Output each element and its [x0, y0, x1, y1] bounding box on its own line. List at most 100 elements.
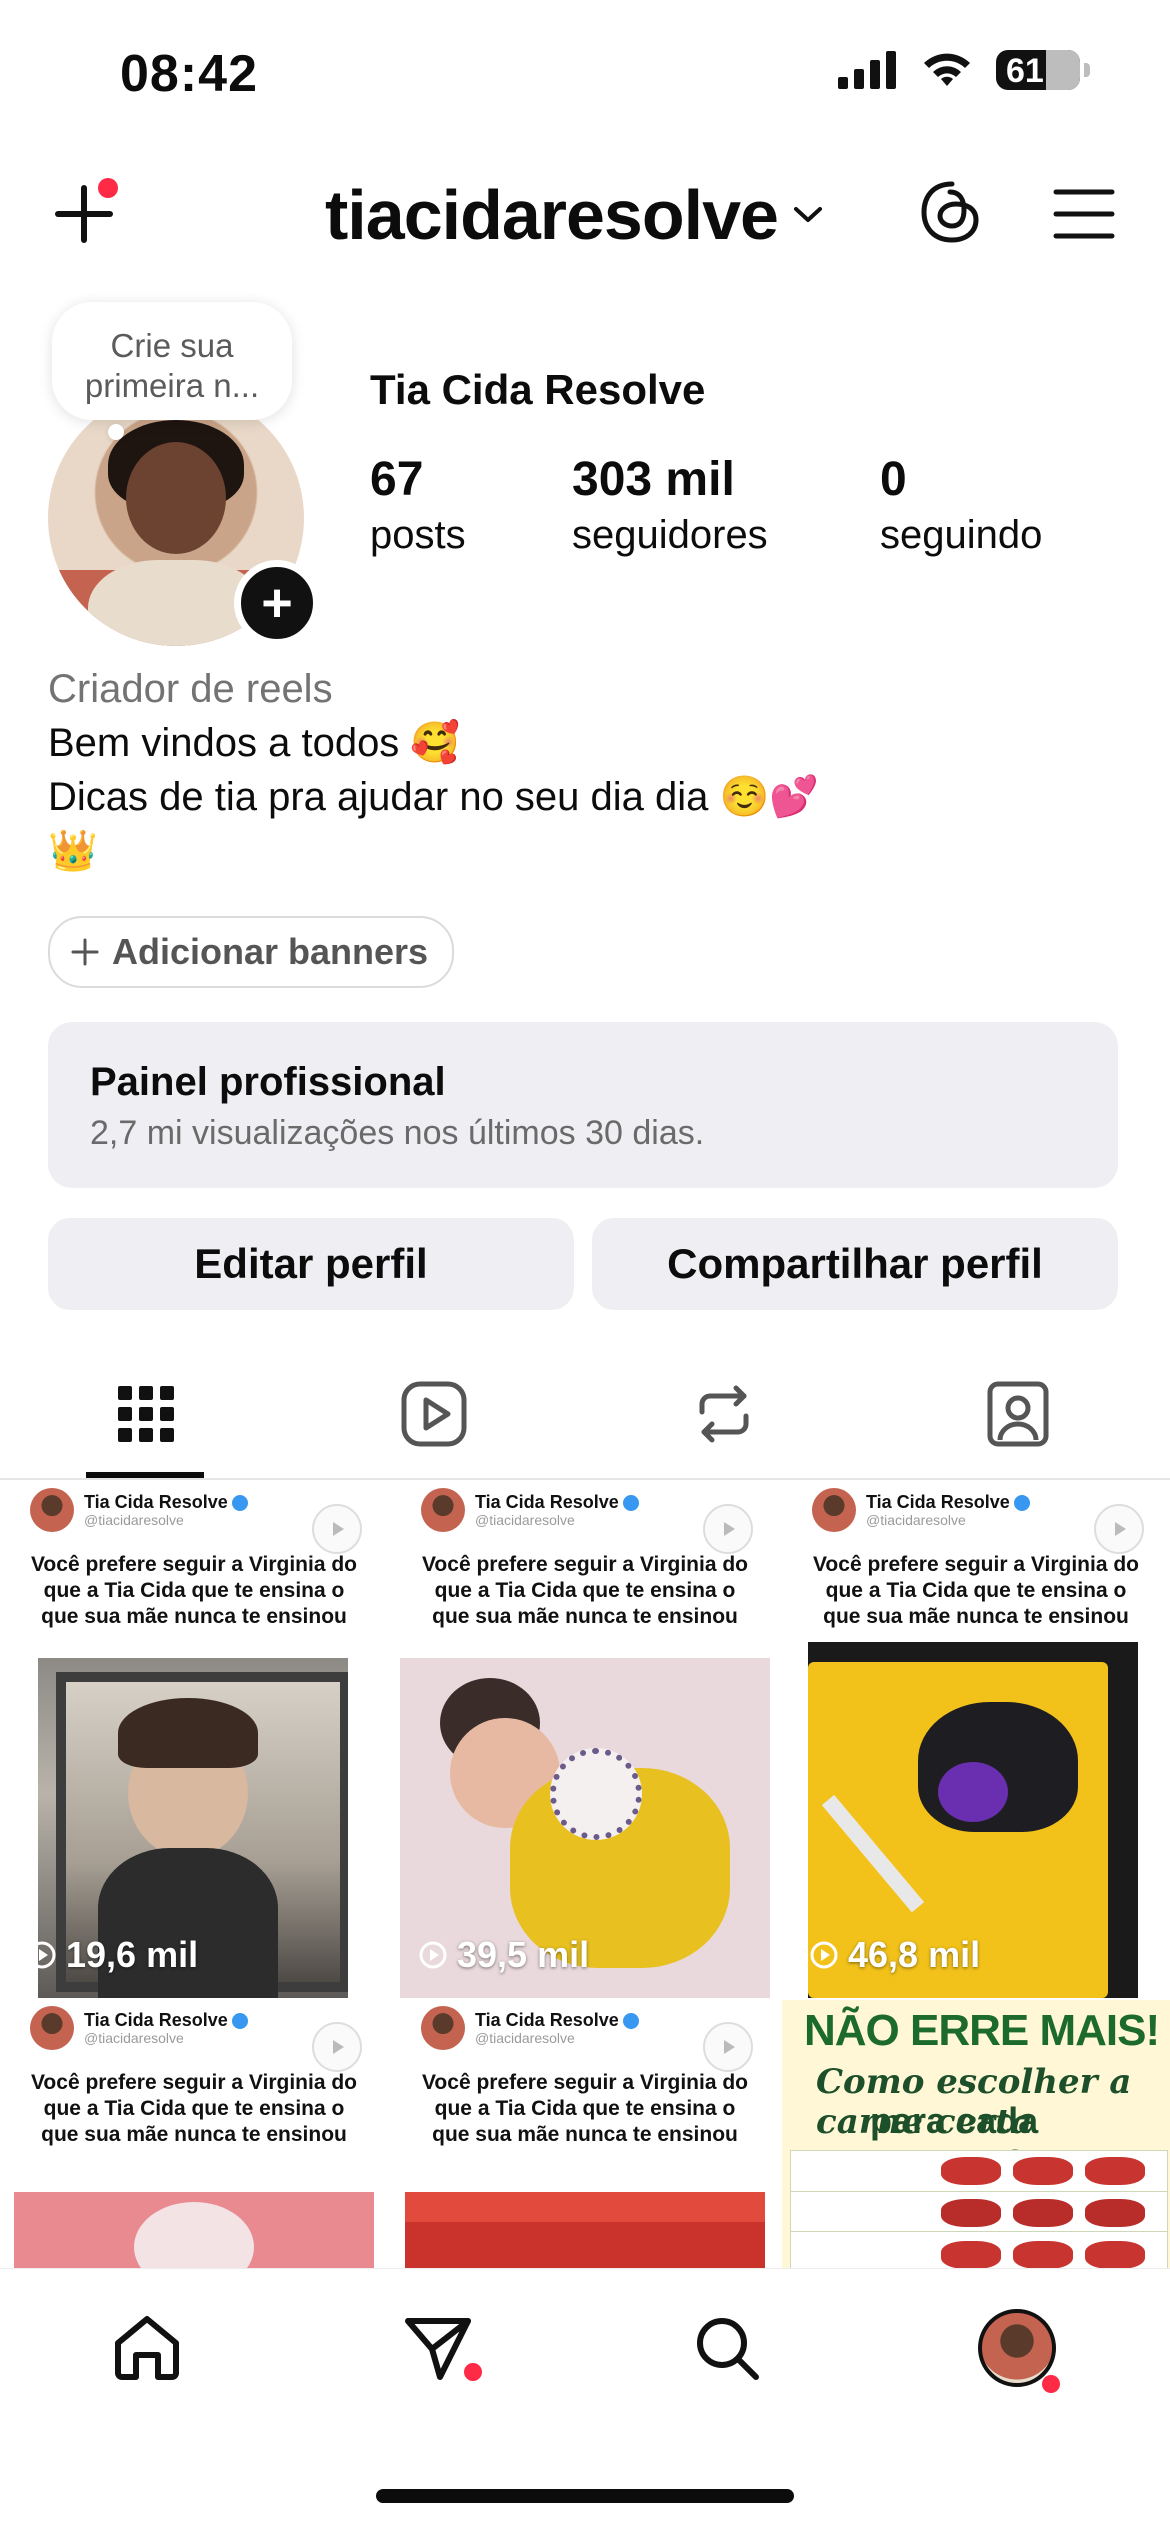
menu-icon[interactable] [1052, 188, 1116, 240]
tagged-icon[interactable] [982, 1378, 1054, 1450]
grid-icon[interactable] [110, 1378, 182, 1450]
search-icon[interactable] [690, 2311, 764, 2385]
battery-tip [1084, 63, 1090, 77]
threads-icon[interactable] [918, 178, 986, 246]
category-label: Criador de reels [48, 667, 333, 711]
username-switcher[interactable]: tiacidaresolve [325, 175, 824, 255]
reel-play-icon [703, 1504, 753, 1554]
stat-posts[interactable]: 67 posts [370, 452, 466, 558]
verified-badge-icon [231, 2013, 248, 2030]
post-handle: @tiacidaresolve [84, 1512, 184, 1528]
post-tile[interactable]: Tia Cida Resolve @tiacidaresolve Você pr… [391, 1482, 779, 1998]
followers-label: seguidores [572, 513, 768, 557]
home-indicator [376, 2489, 794, 2503]
post-handle: @tiacidaresolve [84, 2030, 184, 2046]
post-handle: @tiacidaresolve [475, 1512, 575, 1528]
status-icons: 61 [838, 50, 1090, 90]
mini-avatar [30, 1488, 74, 1532]
mini-avatar [421, 1488, 465, 1532]
verified-badge-icon [622, 2013, 639, 2030]
plus-icon [71, 938, 99, 966]
share-profile-button[interactable]: Compartilhar perfil [592, 1218, 1118, 1310]
play-count-icon [28, 1941, 56, 1969]
post-header: Tia Cida Resolve @tiacidaresolve [812, 1488, 1030, 1532]
add-story-button[interactable]: + [234, 560, 320, 646]
stat-followers[interactable]: 303 mil seguidores [572, 452, 768, 558]
post-author: Tia Cida Resolve [475, 1492, 619, 1512]
tabs-divider [0, 1478, 1170, 1480]
note-bubble[interactable]: Crie sua primeira n... [52, 302, 292, 420]
play-count-icon [419, 1941, 447, 1969]
post-caption: Você prefere seguir a Virginia do que a … [421, 2071, 748, 2146]
verified-badge-icon [1013, 1495, 1030, 1512]
post-media [14, 2192, 374, 2268]
verified-badge-icon [231, 1495, 248, 1512]
signal-icon [838, 51, 896, 89]
post-author: Tia Cida Resolve [866, 1492, 1010, 1512]
post-views-count: 39,5 mil [457, 1934, 590, 1975]
carne-title: NÃO ERRE MAIS! [804, 2006, 1160, 2055]
post-tile[interactable]: Tia Cida Resolve @tiacidaresolve Você pr… [0, 1482, 388, 1998]
post-handle: @tiacidaresolve [475, 2030, 575, 2046]
post-caption: Você prefere seguir a Virginia do que a … [421, 1553, 748, 1628]
profile-avatar[interactable] [978, 2309, 1056, 2387]
reel-play-icon [312, 2022, 362, 2072]
username: tiacidaresolve [325, 176, 779, 254]
post-author: Tia Cida Resolve [84, 1492, 228, 1512]
edit-profile-button[interactable]: Editar perfil [48, 1218, 574, 1310]
battery-icon: 61 [996, 50, 1080, 90]
play-count-icon [810, 1941, 838, 1969]
reel-play-icon [703, 2022, 753, 2072]
post-tile[interactable]: Tia Cida Resolve @tiacidaresolve Você pr… [0, 2000, 388, 2268]
post-handle: @tiacidaresolve [866, 1512, 966, 1528]
posts-label: posts [370, 513, 466, 557]
post-header: Tia Cida Resolve @tiacidaresolve [30, 1488, 248, 1532]
reposts-icon[interactable] [688, 1378, 760, 1450]
home-icon[interactable] [110, 2311, 184, 2385]
post-caption: Você prefere seguir a Virginia do que a … [30, 2071, 357, 2146]
direct-notification-dot [464, 2363, 482, 2381]
bio: Criador de reels Bem vindos a todos 🥰 Di… [48, 662, 819, 878]
direct-icon[interactable] [400, 2311, 474, 2385]
panel-subtitle: 2,7 mi visualizações nos últimos 30 dias… [90, 1114, 705, 1152]
verified-badge-icon [622, 1495, 639, 1512]
following-label: seguindo [880, 513, 1043, 557]
note-bubble-line-1: Crie sua [110, 327, 234, 364]
post-views-count: 46,8 mil [848, 1934, 981, 1975]
post-views-count: 19,6 mil [66, 1934, 199, 1975]
post-author: Tia Cida Resolve [475, 2010, 619, 2030]
post-views: 19,6 mil [26, 1934, 198, 1976]
post-views: 46,8 mil [808, 1934, 980, 1976]
status-time: 08:42 [120, 45, 258, 103]
post-tile[interactable]: Tia Cida Resolve @tiacidaresolve Você pr… [391, 2000, 779, 2268]
reels-icon[interactable] [398, 1378, 470, 1450]
add-banners-button[interactable]: Adicionar banners [48, 916, 455, 988]
post-views: 39,5 mil [417, 1934, 589, 1976]
wifi-icon [924, 53, 970, 86]
post-header: Tia Cida Resolve @tiacidaresolve [421, 1488, 639, 1532]
add-banners-label: Adicionar banners [112, 931, 429, 972]
display-name: Tia Cida Resolve [370, 366, 706, 413]
profile-notification-dot [1042, 2375, 1060, 2393]
post-media [405, 2192, 765, 2268]
mini-avatar [30, 2006, 74, 2050]
post-caption: Você prefere seguir a Virginia do que a … [30, 1553, 357, 1628]
notification-dot [98, 178, 118, 198]
post-tile[interactable]: NÃO ERRE MAIS! Como escolher a carne cer… [782, 2000, 1170, 2270]
post-header: Tia Cida Resolve @tiacidaresolve [421, 2006, 639, 2050]
carne-infographic-table [790, 2150, 1168, 2270]
reel-play-icon [1094, 1504, 1144, 1554]
battery-level: 61 [1006, 52, 1044, 90]
mini-avatar [421, 2006, 465, 2050]
professional-dashboard[interactable]: Painel profissional 2,7 mi visualizações… [48, 1022, 1118, 1188]
post-tile[interactable]: Tia Cida Resolve @tiacidaresolve Você pr… [782, 1482, 1170, 1998]
mini-avatar [812, 1488, 856, 1532]
post-caption: Você prefere seguir a Virginia do que a … [812, 1553, 1139, 1628]
reel-play-icon [312, 1504, 362, 1554]
bio-line-1: Bem vindos a todos 🥰 [48, 721, 461, 765]
posts-count: 67 [370, 453, 424, 506]
bio-line-2: Dicas de tia pra ajudar no seu dia dia ☺… [48, 775, 820, 819]
following-count: 0 [880, 453, 907, 506]
note-bubble-line-2: primeira n... [84, 367, 260, 404]
stat-following[interactable]: 0 seguindo [880, 452, 1042, 558]
